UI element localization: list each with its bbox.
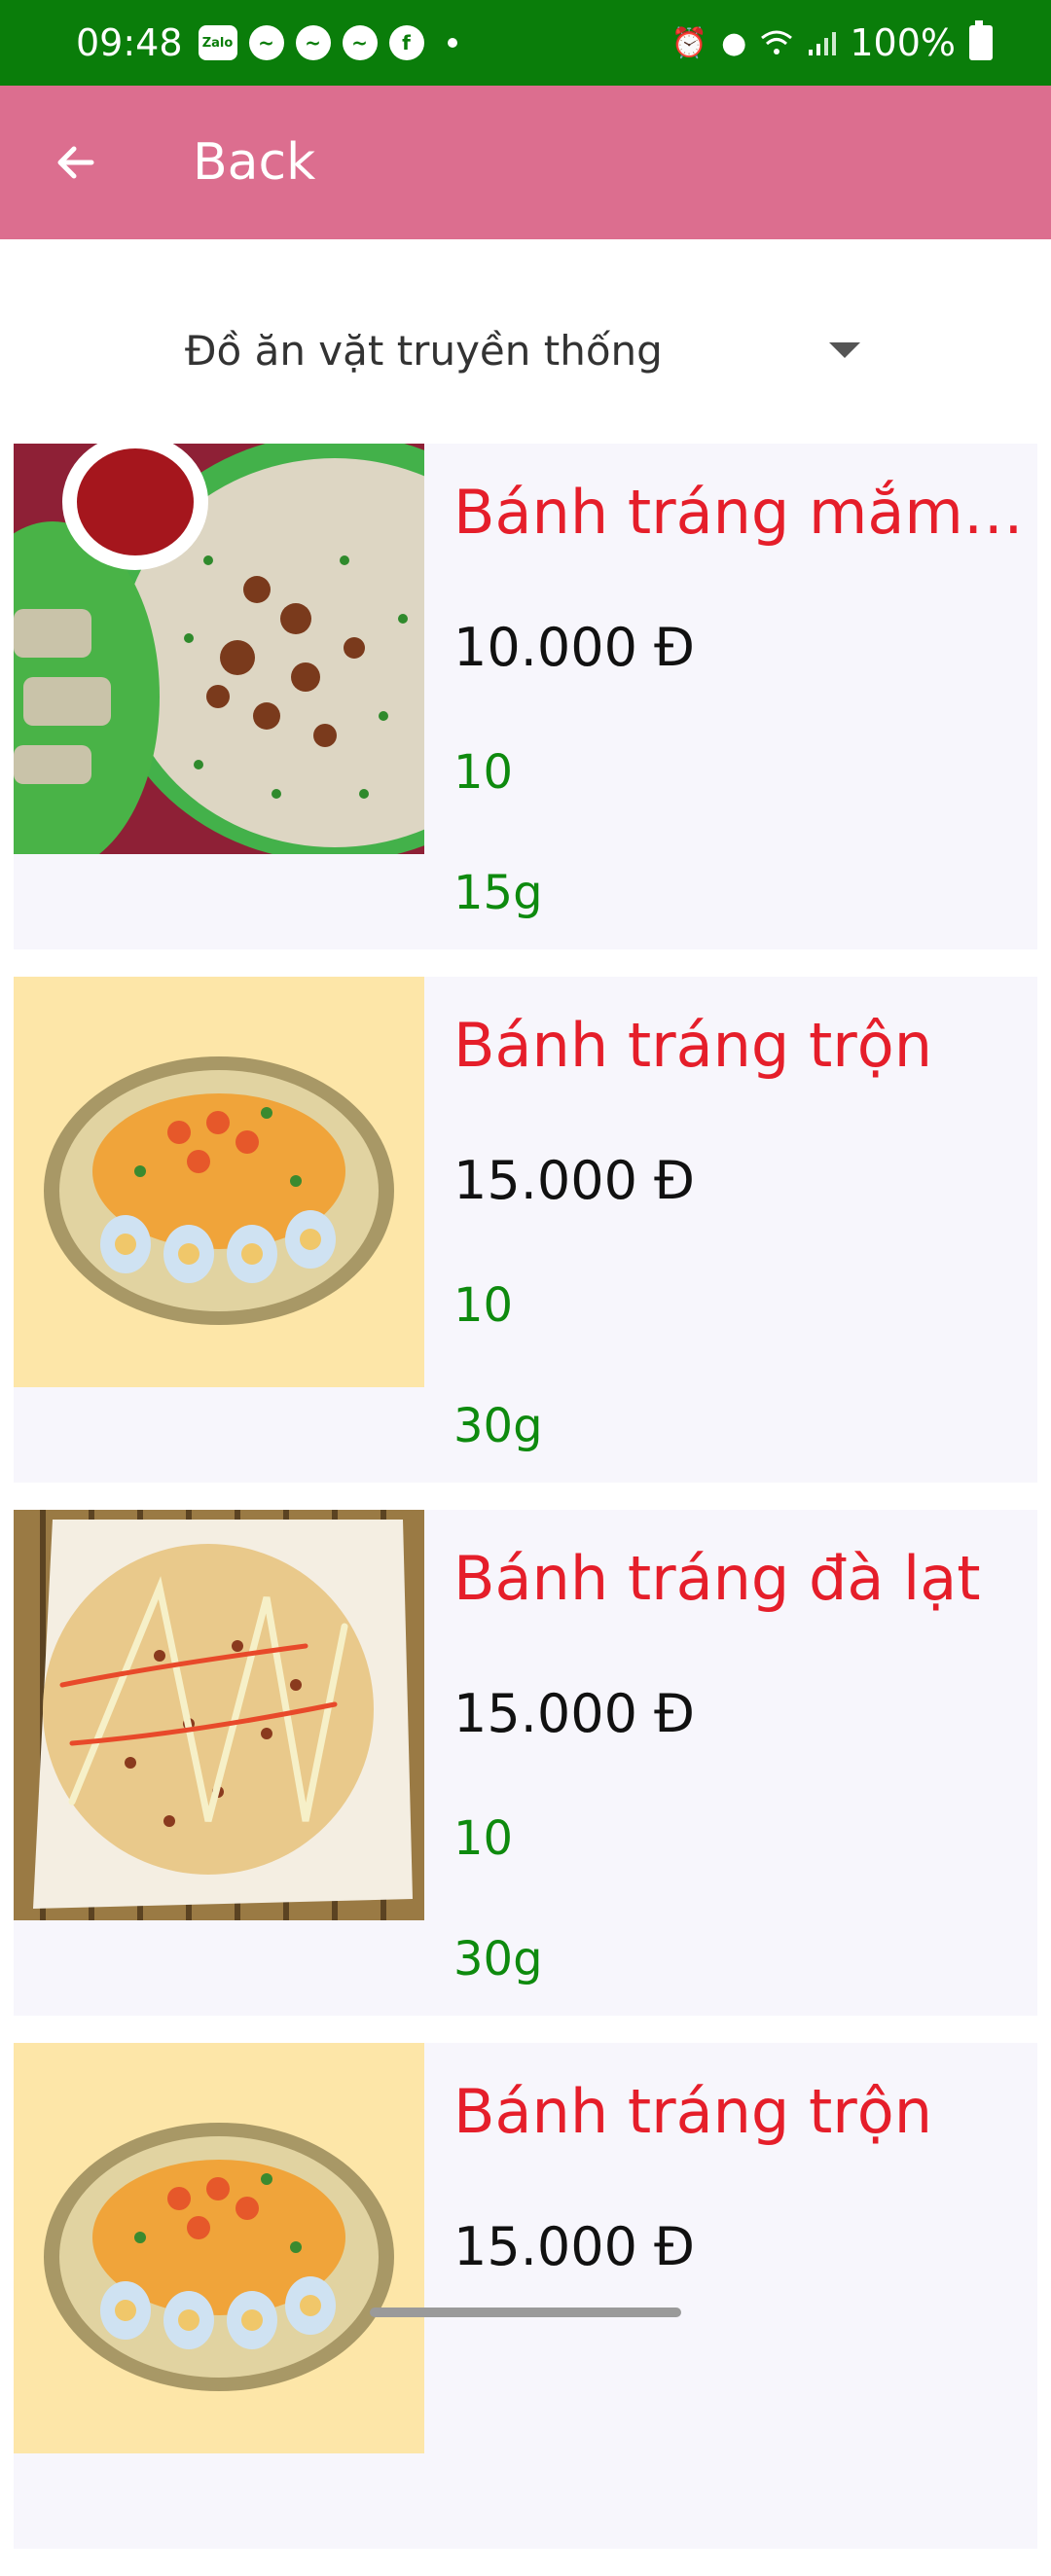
product-weight: 30g [453,1932,543,1986]
banh-trang-mam-ruoc-photo [14,444,424,854]
product-price: 15.000 Đ [453,1150,695,1211]
product-card[interactable]: Bánh tráng đà lạt 15.000 Đ 10 30g [14,1510,1037,2016]
product-weight: 30g [453,1399,543,1453]
location-icon: ● [721,25,747,60]
product-price: 15.000 Đ [453,1683,695,1744]
category-dropdown[interactable]: Đồ ăn vặt truyền thống [185,309,866,391]
facebook-icon: f [388,25,424,60]
alarm-icon: ⏰ [670,25,708,60]
status-right-group: ⏰ ● 100% [670,20,993,64]
zalo-icon: Zalo [198,25,237,60]
back-button[interactable] [45,131,107,194]
product-card[interactable]: Bánh tráng mắm r... 10.000 Đ 10 15g [14,444,1037,949]
product-price: 10.000 Đ [453,617,695,678]
category-selected-label: Đồ ăn vặt truyền thống [185,326,663,375]
banh-trang-tron-photo [14,977,424,1387]
banh-trang-da-lat-photo [14,1510,424,1920]
product-name: Bánh tráng đà lạt [453,1543,981,1614]
messenger-icon: ~ [342,25,378,60]
product-card[interactable]: Bánh tráng trộn 15.000 Đ [14,2043,1037,2549]
status-bar: 09:48 Zalo ~ ~ ~ f ⏰ ● 100% [0,0,1051,86]
signal-icon [809,32,837,55]
wifi-icon [761,30,793,54]
product-weight: 15g [453,866,543,920]
chevron-down-icon [829,342,860,358]
product-name: Bánh tráng trộn [453,2076,933,2147]
product-card[interactable]: Bánh tráng trộn 15.000 Đ 10 30g [14,977,1037,1483]
more-dot-icon [447,38,457,48]
product-quantity: 10 [453,1278,514,1333]
banh-trang-tron-photo [14,2043,424,2453]
battery-percent: 100% [850,21,956,64]
messenger-icon: ~ [295,25,331,60]
battery-icon [969,20,993,60]
product-list: Bánh tráng mắm r... 10.000 Đ 10 15g Bánh… [14,444,1037,2576]
back-title[interactable]: Back [193,133,315,192]
product-quantity: 10 [453,745,514,800]
app-bar: Back [0,86,1051,239]
product-quantity: 10 [453,1811,514,1866]
status-time: 09:48 [76,21,183,64]
arrow-left-icon [57,146,94,179]
messenger-icon: ~ [248,25,284,60]
product-name: Bánh tráng trộn [453,1010,933,1081]
product-name: Bánh tráng mắm r... [453,477,1028,548]
product-price: 15.000 Đ [453,2216,695,2277]
home-gesture-bar[interactable] [370,2308,681,2317]
